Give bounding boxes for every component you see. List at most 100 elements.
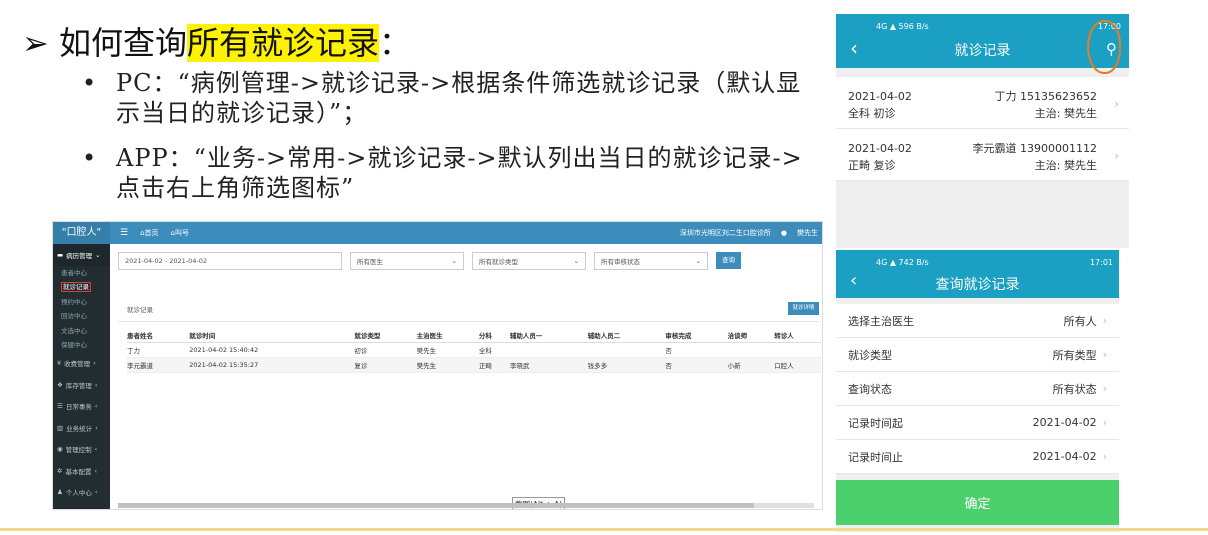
list-item[interactable]: 2021-04-02 丁力 15135623652 全科 初诊 主治: 樊先生 › xyxy=(836,77,1129,129)
table-row[interactable]: 丁力 2021-04-02 15:40:42 初诊 樊先生 全科 否 xyxy=(127,342,821,358)
table-cell xyxy=(509,342,588,358)
list-item[interactable]: 2021-04-02 李元霸道 13900001112 正畸 复诊 主治: 樊先生 … xyxy=(836,129,1129,181)
annotation-circle xyxy=(1087,20,1121,74)
scrollbar-thumb[interactable] xyxy=(118,503,754,508)
divider xyxy=(118,321,819,322)
sidebar-item-patients[interactable]: 患者中心 xyxy=(53,266,110,281)
sidebar-item-documents[interactable]: 文选中心 xyxy=(53,324,110,339)
pc-brand-logo[interactable]: "口腔人" xyxy=(53,222,110,244)
table-cell: 否 xyxy=(665,342,728,358)
visit-type-select[interactable]: 所有就诊类型 ⌄ xyxy=(472,252,586,270)
chevron-right-icon: › xyxy=(1102,416,1107,429)
chevron-right-icon: › xyxy=(1102,314,1107,327)
table-cell: 小新 xyxy=(727,357,775,373)
filter-doctor-row[interactable]: 选择主治医生 所有人 › xyxy=(836,304,1119,338)
filter-form: 选择主治医生 所有人 › 就诊类型 所有类型 › 查询状态 所有状态 › 记录时间起 … xyxy=(836,304,1119,474)
table-cell: 正畸 xyxy=(478,357,510,373)
user-icon: ♟ xyxy=(57,488,63,497)
table-cell: 钱多多 xyxy=(587,357,666,373)
table-cell: 樊先生 xyxy=(416,342,479,358)
col-header[interactable]: 主治医生 xyxy=(416,328,479,343)
sidebar-group-stats[interactable]: ▥ 业务统计 ‹ xyxy=(53,417,110,439)
table-cell xyxy=(774,342,821,358)
sidebar-group-inventory[interactable]: ❖ 库存管理 ‹ xyxy=(53,374,110,396)
gear-icon: ✲ xyxy=(57,466,63,475)
app-filter-title: 查询就诊记录 xyxy=(935,277,1020,293)
title-highlight: 所有就诊记录 xyxy=(187,24,380,62)
yen-icon: ¥ xyxy=(57,359,62,368)
footer-divider xyxy=(0,528,1208,531)
date-range-input[interactable]: 2021-04-02 - 2021-04-02 xyxy=(118,252,342,270)
chevron-down-icon: ⌄ xyxy=(95,250,101,259)
filter-type-row[interactable]: 就诊类型 所有类型 › xyxy=(836,338,1119,372)
sidebar-group-admin[interactable]: ◉ 管理控制 ‹ xyxy=(53,439,110,461)
user-avatar-icon[interactable]: ● xyxy=(781,229,787,237)
pc-sidebar: ▬ 病历管理 ⌄ 患者中心 就诊记录 预约中心 回访中心 文选中心 保健中心 ¥… xyxy=(53,244,110,509)
chevron-down-icon: ⌄ xyxy=(451,257,457,265)
chevron-down-icon: ⌄ xyxy=(573,257,579,265)
horizontal-scrollbar[interactable] xyxy=(118,503,814,508)
sidebar-group-daily[interactable]: ☰ 日常事务 ‹ xyxy=(53,396,110,418)
filter-status-row[interactable]: 查询状态 所有状态 › xyxy=(836,372,1119,406)
col-header[interactable]: 患者姓名 xyxy=(127,328,190,343)
bullet-app: APP：“业务->常用->就诊记录->默认列出当日的就诊记录->点击右上角筛选图… xyxy=(82,143,812,203)
table-row[interactable]: 李元霸道 2021-04-02 15:35:27 复诊 樊先生 正畸 李晓武 钱… xyxy=(127,357,821,373)
title-suffix: ： xyxy=(379,24,412,62)
sidebar-item-health[interactable]: 保健中心 xyxy=(53,338,110,353)
pc-main: 2021-04-02 - 2021-04-02 所有医生 ⌄ 所有就诊类型 ⌄ 所有… xyxy=(110,244,822,509)
confirm-button[interactable]: 确定 xyxy=(836,480,1119,525)
table-cell xyxy=(587,342,666,358)
table-cell: 全科 xyxy=(478,342,510,358)
visit-records-table: 患者姓名 就诊时间 就诊类型 主治医生 分科 辅助人员一 辅助人员二 审核完成 … xyxy=(127,328,821,373)
arrow-bullet-icon: ➢ xyxy=(22,24,49,62)
chevron-right-icon: › xyxy=(1102,382,1107,395)
sidebar-group-billing[interactable]: ¥ 收费管理 ‹ xyxy=(53,353,110,375)
doctor-select[interactable]: 所有医生 ⌄ xyxy=(350,252,464,270)
sidebar-item-appointments[interactable]: 预约中心 xyxy=(53,295,110,310)
col-header[interactable]: 审核完成 xyxy=(665,328,728,343)
status-bar: 4G ▲ 742 B/s 17:01 xyxy=(876,258,1113,267)
nav-home-label: 首页 xyxy=(144,229,159,237)
nav-call[interactable]: ⌂叫号 xyxy=(171,228,189,238)
status-bar: 4G ▲ 596 B/s 17:00 xyxy=(876,22,1121,31)
review-status-select[interactable]: 所有审核状态 ⌄ xyxy=(594,252,708,270)
table-cell: 2021-04-02 15:35:27 xyxy=(189,357,355,373)
chevron-down-icon: ⌄ xyxy=(695,257,701,265)
user-name[interactable]: 樊先生 xyxy=(797,228,818,238)
col-header[interactable]: 辅助人员二 xyxy=(587,328,666,343)
list-icon: ☰ xyxy=(57,402,63,411)
col-header[interactable]: 辅助人员一 xyxy=(509,328,588,343)
sidebar-group-profile[interactable]: ♟ 个人中心 ‹ xyxy=(53,482,110,504)
col-header[interactable]: 转诊人 xyxy=(774,328,821,343)
table-header-row: 患者姓名 就诊时间 就诊类型 主治医生 分科 辅助人员一 辅助人员二 审核完成 … xyxy=(127,328,821,343)
sidebar-group-records[interactable]: ▬ 病历管理 ⌄ xyxy=(53,244,110,266)
table-cell: 李元霸道 xyxy=(127,357,190,373)
app-list-header: 4G ▲ 596 B/s 17:00 ‹ 就诊记录 ⚲ xyxy=(836,14,1129,74)
pc-screenshot: "口腔人" ☰ ⌂首页 ⌂叫号 深圳市光明区刘二生口腔诊所 ● 樊先生 ▬ 病历… xyxy=(52,221,823,510)
dashboard-icon: ◉ xyxy=(57,445,63,454)
query-button[interactable]: 查询 xyxy=(716,252,741,269)
sidebar-group-config[interactable]: ✲ 基本配置 ‹ xyxy=(53,460,110,482)
sidebar-item-followups[interactable]: 回访中心 xyxy=(53,309,110,324)
sidebar-item-visit-records[interactable]: 就诊记录 xyxy=(53,280,110,295)
visit-detail-button[interactable]: 就诊详情 xyxy=(788,302,819,315)
col-header[interactable]: 就诊类型 xyxy=(354,328,417,343)
filter-start-date-row[interactable]: 记录时间起 2021-04-02 › xyxy=(836,406,1119,440)
section-label: 就诊记录 xyxy=(127,306,153,314)
sidebar-group-label: 病历管理 xyxy=(66,251,93,260)
app-filter-screenshot: 4G ▲ 742 B/s 17:01 ‹ 查询就诊记录 选择主治医生 所有人 › … xyxy=(836,250,1119,532)
app-filter-header: 4G ▲ 742 B/s 17:01 ‹ 查询就诊记录 xyxy=(836,250,1119,298)
nav-home[interactable]: ⌂首页 xyxy=(140,228,158,238)
hamburger-menu-icon[interactable]: ☰ xyxy=(120,228,128,238)
cubes-icon: ❖ xyxy=(57,380,63,389)
app-list-screenshot: 4G ▲ 596 B/s 17:00 ‹ 就诊记录 ⚲ 2021-04-02 丁力… xyxy=(836,14,1129,248)
col-header[interactable]: 分科 xyxy=(478,328,510,343)
col-header[interactable]: 洽谈师 xyxy=(727,328,775,343)
app-list-title: 就诊记录 xyxy=(954,43,1011,59)
app-record-list: 2021-04-02 丁力 15135623652 全科 初诊 主治: 樊先生 › … xyxy=(836,77,1129,181)
chevron-right-icon: › xyxy=(1102,450,1107,463)
col-header[interactable]: 就诊时间 xyxy=(189,328,355,343)
filter-end-date-row[interactable]: 记录时间止 2021-04-02 › xyxy=(836,440,1119,474)
table-cell: 丁力 xyxy=(127,342,190,358)
pc-topbar: "口腔人" ☰ ⌂首页 ⌂叫号 深圳市光明区刘二生口腔诊所 ● 樊先生 xyxy=(53,222,822,244)
